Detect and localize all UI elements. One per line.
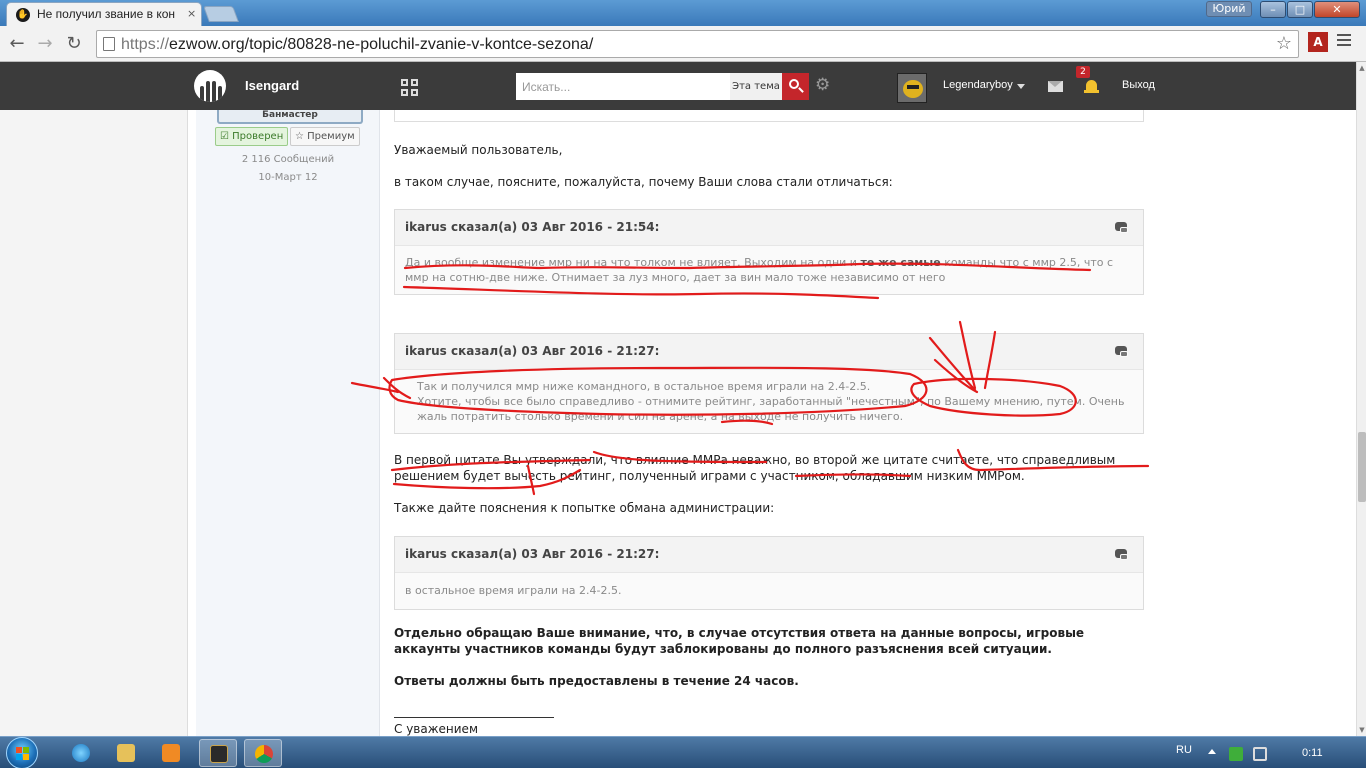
quote-header: ikarus сказал(а) 03 Авг 2016 - 21:27: [395,334,1143,370]
scroll-down-arrow-icon[interactable]: ▼ [1358,726,1366,734]
internet-explorer-icon [72,744,90,762]
chevron-down-icon[interactable] [1017,84,1025,89]
browser-tab[interactable]: ✋ Не получил звание в кон × [6,2,202,26]
search-button[interactable] [782,73,809,100]
url-host-path: ezwow.org/topic/80828-ne-poluchil-zvanie… [169,36,594,53]
address-bar[interactable]: https://ezwow.org/topic/80828-ne-poluchi… [96,30,1299,58]
tray-check-icon[interactable] [1229,747,1243,761]
premium-label: Премиум [307,131,355,142]
quote-citation: ikarus сказал(а) 03 Авг 2016 - 21:27: [405,547,660,561]
browser-titlebar: ✋ Не получил звание в кон × Юрий – □ ✕ [0,0,1366,26]
quote-block-2: ikarus сказал(а) 03 Авг 2016 - 21:27: Та… [394,333,1144,434]
quote-citation: ikarus сказал(а) 03 Авг 2016 - 21:54: [405,220,660,234]
site-header: Isengard Эта тема ⚙ Legendaryboy 2 Выход [0,62,1356,110]
os-taskbar: RU 0:11 [0,736,1366,768]
check-icon: ☑ [220,131,233,142]
taskbar-media-player[interactable] [152,739,190,767]
new-tab-button[interactable] [203,6,239,22]
post-author-panel: Банмастер ☑ Проверен ☆ Премиум 2 116 Соо… [196,110,380,736]
tab-close-icon[interactable]: × [187,7,196,20]
wow-game-icon [210,745,228,763]
quote-text-part: Да и вообще изменение ммр ни на что толк… [405,256,861,269]
notifications-bell-icon[interactable] [1084,80,1099,93]
folder-icon [117,744,135,762]
reload-button[interactable]: ↻ [63,33,85,55]
browser-profile-button[interactable]: Юрий [1206,1,1252,17]
post-contradiction: В первой цитате Вы утверждали, что влиян… [394,453,1116,483]
tray-expand-icon[interactable] [1208,749,1216,754]
quote-text: Так и получился ммр ниже командного, в о… [395,370,1143,433]
site-logo-icon[interactable] [194,70,226,102]
quote-header: ikarus сказал(а) 03 Авг 2016 - 21:54: [395,210,1143,246]
apps-grid-icon[interactable] [401,79,418,96]
quote-line-text: Хотите, чтобы все было справедливо - отн… [417,395,1125,423]
scroll-up-arrow-icon[interactable]: ▲ [1358,64,1366,72]
post-container: Банмастер ☑ Проверен ☆ Премиум 2 116 Соо… [187,110,1356,736]
post-admin-request: Также дайте пояснения к попытке обмана а… [394,501,775,515]
logout-link[interactable]: Выход [1122,79,1155,91]
pdf-extension-icon[interactable]: A [1308,32,1328,52]
tab-title: Не получил звание в кон [37,7,176,21]
verified-badge: ☑ Проверен [215,127,289,146]
post-deadline: Ответы должны быть предоставлены в течен… [394,674,799,688]
chrome-icon [255,745,273,763]
address-url: https://ezwow.org/topic/80828-ne-poluchi… [121,36,593,54]
signature-divider [394,717,554,718]
quote-speech-bubble-icon [1115,222,1128,233]
back-button[interactable]: ← [6,33,28,55]
quote-block-1: ikarus сказал(а) 03 Авг 2016 - 21:54: Да… [394,209,1144,295]
post-greeting: Уважаемый пользователь, [394,143,563,157]
quote-speech-bubble-icon [1115,346,1128,357]
network-icon[interactable] [1253,747,1267,761]
quote-header: ikarus сказал(а) 03 Авг 2016 - 21:27: [395,537,1143,573]
taskbar-wow[interactable] [199,739,237,767]
verified-label: Проверен [232,131,284,142]
search-input[interactable] [516,73,730,100]
quote-text: Да и вообще изменение ммр ни на что толк… [395,246,1143,294]
page-scrollbar[interactable]: ▲ ▼ [1356,62,1366,736]
site-name[interactable]: Isengard [245,78,299,93]
quote-text: в остальное время играли на 2.4-2.5. [405,584,622,597]
page-icon [103,37,115,51]
scroll-thumb[interactable] [1358,432,1366,502]
maximize-button[interactable]: □ [1287,1,1313,18]
author-join-date: 10-Март 12 [258,172,318,183]
author-group-tag: Банмастер [217,110,363,124]
author-post-count: 2 116 Сообщений [241,154,335,165]
notifications-badge: 2 [1076,66,1090,78]
browser-menu-icon[interactable] [1337,34,1351,49]
search-scope-select[interactable]: Эта тема [730,73,782,100]
taskbar-explorer[interactable] [107,739,145,767]
quote-line: Так и получился ммр ниже командного, в о… [417,380,871,393]
url-scheme: https:// [121,36,170,53]
start-button[interactable] [6,737,38,768]
post-question: в таком случае, поясните, пожалуйста, по… [394,175,893,189]
quote-citation: ikarus сказал(а) 03 Авг 2016 - 21:27: [405,344,660,358]
quote-block-3: ikarus сказал(а) 03 Авг 2016 - 21:27: в … [394,536,1144,610]
quote-speech-bubble-icon [1115,549,1128,560]
star-icon: ☆ [295,131,308,142]
media-player-icon [162,744,180,762]
taskbar-chrome[interactable] [244,739,282,767]
page-content: Банмастер ☑ Проверен ☆ Премиум 2 116 Соо… [0,110,1356,736]
forward-button[interactable]: → [34,33,56,55]
clock[interactable]: 0:11 [1302,747,1323,759]
user-menu-name[interactable]: Legendaryboy [943,79,1013,91]
previous-quote-box [394,110,1144,122]
language-indicator[interactable]: RU [1176,744,1192,756]
taskbar-ie[interactable] [62,739,100,767]
messages-mail-icon[interactable] [1048,81,1063,92]
premium-badge: ☆ Премиум [290,127,360,146]
site-favicon-icon: ✋ [16,8,30,22]
post-warning: Отдельно обращаю Ваше внимание, что, в с… [394,626,1085,656]
bookmark-star-icon[interactable]: ☆ [1276,33,1292,54]
browser-toolbar: ← → ↻ https://ezwow.org/topic/80828-ne-p… [0,26,1366,62]
quote-text-bold: те же самые [860,256,941,269]
quote-line: Хотите, чтобы все было справедливо - отн… [405,394,1133,424]
close-window-button[interactable]: ✕ [1314,1,1360,18]
minimize-button[interactable]: – [1260,1,1286,18]
post-signoff: С уважением [394,722,478,736]
user-avatar[interactable] [897,73,927,103]
search-settings-gear-icon[interactable]: ⚙ [815,75,830,95]
